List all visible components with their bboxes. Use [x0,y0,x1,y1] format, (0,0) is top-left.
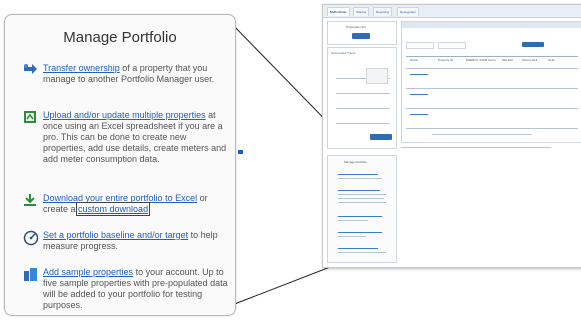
thumb-filter-select[interactable] [406,42,434,49]
thumb-tab-sharing[interactable]: Sharing [353,7,370,16]
buildings-icon [23,267,39,283]
manage-portfolio-callout: Manage Portfolio Transfer ownership of a… [4,14,236,316]
transfer-ownership-link[interactable]: Transfer ownership [43,63,120,73]
download-portfolio-item: Download your entire portfolio to Excel … [23,193,231,216]
panel-title: Manage Portfolio [63,29,177,46]
thumb-table-action-button[interactable] [522,42,544,47]
thumb-properties-table: Name Property ID ENERGY STAR Score Site … [401,21,581,143]
baseline-target-link[interactable]: Set a portfolio baseline and/or target [43,230,188,240]
sample-properties-item: Add sample properties to your account. U… [23,267,231,311]
target-gauge-icon [23,230,39,246]
transfer-ownership-item: Transfer ownership of a property that yo… [23,63,231,85]
download-icon [23,193,39,209]
marker-dash [238,150,243,154]
baseline-target-item: Set a portfolio baseline and/or target t… [23,230,231,252]
thumb-tab-reporting[interactable]: Reporting [373,7,393,16]
thumb-group-select[interactable] [438,42,466,49]
thumb-properties-box: Properties (21) [327,21,397,45]
upload-properties-link[interactable]: Upload and/or update multiple properties [43,110,206,120]
thumb-view-button[interactable] [370,134,392,140]
upload-properties-item: Upload and/or update multiple properties… [23,110,231,165]
thumb-tab-recognition[interactable]: Recognition [397,7,419,16]
thumb-manage-portfolio-box: Manage Portfolio [327,155,397,263]
download-portfolio-link[interactable]: Download your entire portfolio to Excel [43,193,197,203]
spreadsheet-upload-icon [23,110,39,126]
portfolio-page-thumbnail: MyPortfolio Sharing Reporting Recognitio… [322,4,581,268]
custom-download-link[interactable]: custom download [76,202,151,216]
transfer-ownership-icon [23,63,39,79]
thumb-trend-box: Source EUI Trend [327,47,397,149]
thumb-add-property-button[interactable] [352,33,370,39]
thumb-tab-bar: MyPortfolio Sharing Reporting Recognitio… [323,5,581,18]
sample-properties-link[interactable]: Add sample properties [43,267,133,277]
thumb-legend [366,68,388,84]
thumb-tab-myportfolio[interactable]: MyPortfolio [327,7,350,16]
